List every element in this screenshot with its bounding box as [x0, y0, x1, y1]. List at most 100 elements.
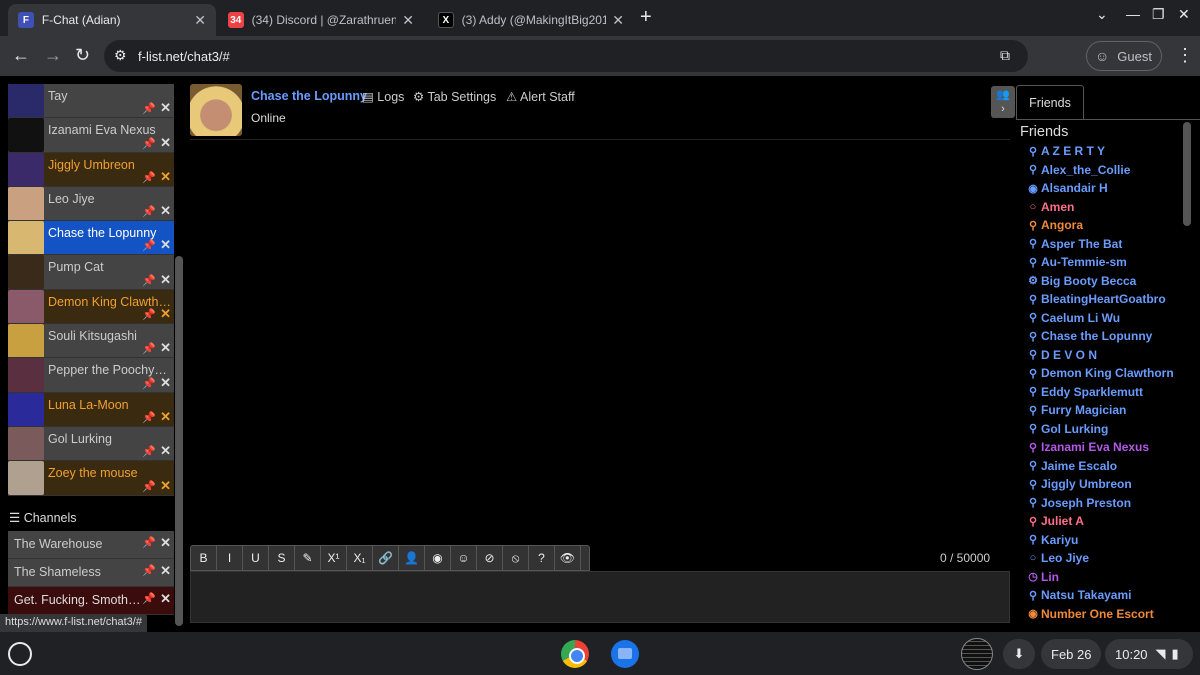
tab-close-icon[interactable]: ✕ [612, 12, 624, 29]
conversation-tab[interactable]: Zoey the mouse 📌 ✕ [8, 461, 174, 496]
friend-item[interactable]: ⚲ Natsu Takayami [1026, 586, 1182, 605]
alert-staff-button[interactable]: ⚠ Alert Staff [506, 89, 575, 104]
close-icon[interactable]: ✕ [160, 375, 171, 391]
conversation-tab[interactable]: Leo Jiye 📌 ✕ [8, 186, 174, 222]
close-window-icon[interactable]: ✕ [1178, 6, 1190, 23]
friend-item[interactable]: ⚲ Juliet A [1026, 512, 1182, 531]
partner-name[interactable]: Chase the Lopunny [251, 89, 367, 103]
status-tray[interactable]: 10:20 ◥ ▮ [1105, 639, 1193, 669]
friend-item[interactable]: ◉ Alsandair H [1026, 179, 1182, 198]
friend-item[interactable]: ⚲ Alex_the_Collie [1026, 161, 1182, 180]
conversation-tab[interactable]: Gol Lurking 📌 ✕ [8, 426, 174, 462]
pin-icon[interactable]: 📌 [142, 411, 156, 424]
pin-icon[interactable]: 📌 [142, 308, 156, 321]
friend-item[interactable]: ○ Amen [1026, 198, 1182, 217]
friend-item[interactable]: ⚲ Eddy Sparklemutt [1026, 383, 1182, 402]
close-icon[interactable]: ✕ [160, 306, 171, 322]
conversation-tab[interactable]: Luna La-Moon 📌 ✕ [8, 392, 174, 427]
noparse-button[interactable]: ⦸ [503, 546, 529, 570]
restore-icon[interactable]: ❐ [1152, 6, 1165, 23]
channel-tab[interactable]: Get. Fucking. Smothered.📌 ✕ [8, 587, 174, 615]
friend-item[interactable]: ⚲ Chase the Lopunny [1026, 327, 1182, 346]
site-info-icon[interactable]: ⚙ [114, 47, 127, 64]
friend-item[interactable]: ⚲ D E V O N [1026, 346, 1182, 365]
pin-icon[interactable]: 📌 [142, 564, 156, 577]
conversation-tab[interactable]: Chase the Lopunny 📌 ✕ [8, 221, 174, 256]
strikethrough-button[interactable]: S [269, 546, 295, 570]
browser-tab-x[interactable]: X (3) Addy (@MakingItBig201) / X ✕ [428, 4, 634, 36]
spoiler-button[interactable]: ⊘ [477, 546, 503, 570]
tab-settings-button[interactable]: ⚙ Tab Settings [413, 89, 496, 104]
files-app-icon[interactable] [611, 640, 639, 668]
superscript-button[interactable]: X¹ [321, 546, 347, 570]
friend-item[interactable]: ⚲ Demon King Clawthorn [1026, 364, 1182, 383]
pin-icon[interactable]: 📌 [142, 536, 156, 549]
chrome-app-icon[interactable] [561, 640, 589, 668]
partner-avatar[interactable] [190, 84, 242, 136]
pin-icon[interactable]: 📌 [142, 377, 156, 390]
forward-icon[interactable]: → [44, 45, 62, 66]
eicon-button[interactable]: ☺ [451, 546, 477, 570]
pin-icon[interactable]: 📌 [142, 171, 156, 184]
friend-item[interactable]: ◷ Lin [1026, 568, 1182, 587]
close-icon[interactable]: ✕ [160, 340, 171, 356]
toggle-sidebar-button[interactable]: 👥 › [991, 86, 1015, 118]
conversation-tab[interactable]: Izanami Eva Nexus 📌 ✕ [8, 118, 174, 153]
tab-close-icon[interactable]: ✕ [402, 12, 414, 29]
link-button[interactable]: 🔗 [373, 546, 399, 570]
minimize-icon[interactable]: — [1126, 6, 1140, 22]
friend-item[interactable]: ⚙ Big Booty Becca [1026, 272, 1182, 291]
friend-item[interactable]: ⚲ Kariyu [1026, 531, 1182, 550]
friend-item[interactable]: ⚲ BleatingHeartGoatbro [1026, 290, 1182, 309]
italic-button[interactable]: I [217, 546, 243, 570]
friend-item[interactable]: ⚲ Au-Temmie-sm [1026, 253, 1182, 272]
left-scrollbar[interactable] [175, 256, 183, 626]
subscript-button[interactable]: X₁ [347, 546, 373, 570]
close-icon[interactable]: ✕ [160, 272, 171, 288]
pin-icon[interactable]: 📌 [142, 480, 156, 493]
icon-button[interactable]: ◉ [425, 546, 451, 570]
close-icon[interactable]: ✕ [160, 591, 171, 607]
conversation-tab[interactable]: Jiggly Umbreon 📌 ✕ [8, 152, 174, 187]
friend-item[interactable]: ◉ Number One Escort [1026, 605, 1182, 624]
pin-icon[interactable]: 📌 [142, 342, 156, 355]
pin-icon[interactable]: 📌 [142, 445, 156, 458]
help-button[interactable]: ? [529, 546, 555, 570]
pin-icon[interactable]: 📌 [142, 102, 156, 115]
tab-close-icon[interactable]: ✕ [194, 12, 206, 29]
date-tray[interactable]: Feb 26 [1041, 639, 1102, 669]
pin-icon[interactable]: 📌 [142, 205, 156, 218]
reload-icon[interactable]: ↻ [75, 45, 90, 66]
close-icon[interactable]: ✕ [160, 169, 171, 185]
browser-tab-discord[interactable]: 34 (34) Discord | @Zarathruensha ✕ [218, 4, 424, 36]
color-button[interactable]: ✎ [295, 546, 321, 570]
launcher-icon[interactable] [8, 642, 32, 666]
close-icon[interactable]: ✕ [160, 563, 171, 579]
pin-icon[interactable]: 📌 [142, 274, 156, 287]
conversation-tab[interactable]: Demon King Clawthorn 📌 ✕ [8, 289, 174, 325]
conversation-tab[interactable]: Tay 📌 ✕ [8, 84, 174, 119]
close-icon[interactable]: ✕ [160, 203, 171, 219]
bold-button[interactable]: B [191, 546, 217, 570]
close-icon[interactable]: ✕ [160, 409, 171, 425]
close-icon[interactable]: ✕ [160, 100, 171, 116]
new-tab-button[interactable]: + [640, 6, 652, 29]
tab-search-icon[interactable]: ⌄ [1096, 6, 1108, 23]
browser-tab-fchat[interactable]: F F-Chat (Adian) ✕ [8, 4, 216, 36]
download-tray-button[interactable]: ⬇ [1003, 639, 1035, 669]
friend-item[interactable]: ⚲ Furry Magician [1026, 401, 1182, 420]
back-icon[interactable]: ← [12, 45, 30, 66]
menu-icon[interactable]: ⋮ [1176, 45, 1194, 66]
friend-item[interactable]: ⚲ Jiggly Umbreon [1026, 475, 1182, 494]
message-input[interactable] [190, 571, 1010, 623]
logs-button[interactable]: ▤ Logs [362, 89, 404, 104]
close-icon[interactable]: ✕ [160, 443, 171, 459]
close-icon[interactable]: ✕ [160, 478, 171, 494]
friend-item[interactable]: ○ Leo Jiye [1026, 549, 1182, 568]
channel-tab[interactable]: The Shameless 📌 ✕ [8, 559, 174, 587]
pin-icon[interactable]: 📌 [142, 239, 156, 252]
friend-item[interactable]: ⚲ Izanami Eva Nexus [1026, 438, 1182, 457]
friend-item[interactable]: ⚲ A Z E R T Y [1026, 142, 1182, 161]
conversation-tab[interactable]: Souli Kitsugashi 📌 ✕ [8, 324, 174, 359]
conversation-tab[interactable]: Pump Cat 📌 ✕ [8, 255, 174, 290]
